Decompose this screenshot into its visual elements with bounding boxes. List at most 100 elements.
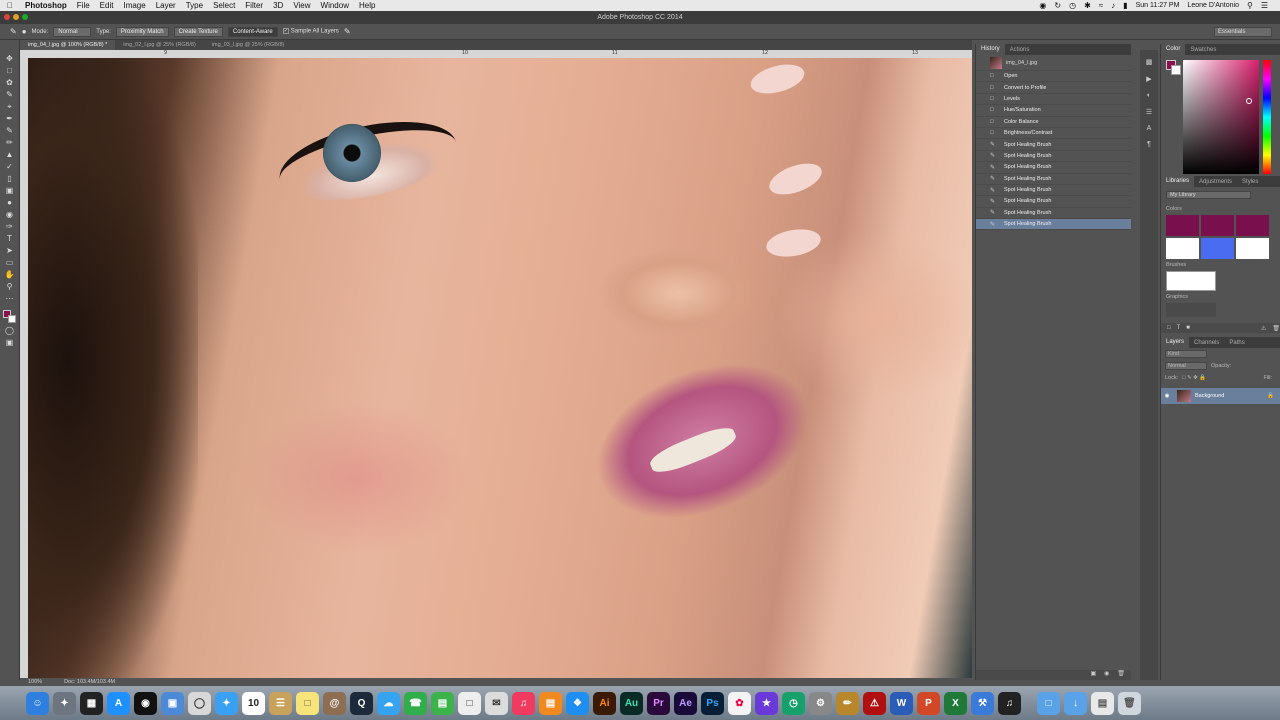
contacts-icon[interactable]: @ bbox=[323, 691, 346, 715]
history-item-selected[interactable]: ✎ Spot Healing Brush bbox=[976, 219, 1131, 231]
quicktime-icon[interactable]: Q bbox=[350, 691, 373, 715]
minimize-icon[interactable] bbox=[13, 14, 19, 20]
close-icon[interactable] bbox=[4, 14, 10, 20]
facetime-icon[interactable]: ☎ bbox=[404, 691, 427, 715]
layer-row[interactable]: ◉ Background 🔒 bbox=[1161, 388, 1280, 404]
camera-icon[interactable]: ◉ bbox=[1104, 670, 1109, 680]
properties-icon[interactable]: ☰ bbox=[1146, 108, 1152, 116]
library-brush[interactable] bbox=[1166, 271, 1216, 291]
tab-history[interactable]: History bbox=[976, 44, 1005, 55]
record-icon[interactable]: ◉ bbox=[1039, 1, 1046, 10]
calendar-icon[interactable]: 10 bbox=[242, 691, 265, 715]
tab-styles[interactable]: Styles bbox=[1237, 179, 1263, 185]
blur-tool-icon[interactable]: ● bbox=[4, 198, 16, 208]
layer-name[interactable]: Background bbox=[1195, 393, 1224, 399]
tab-channels[interactable]: Channels bbox=[1189, 340, 1224, 346]
itunes-icon[interactable]: ♫ bbox=[512, 691, 535, 715]
document-canvas[interactable] bbox=[28, 58, 972, 678]
notes-icon[interactable]: ☰ bbox=[269, 691, 292, 715]
library-color-swatch[interactable] bbox=[1166, 238, 1199, 259]
character-icon[interactable]: A bbox=[1147, 125, 1152, 132]
photoshop-icon[interactable]: Ps bbox=[701, 691, 724, 715]
trash-icon[interactable]: 🗑 bbox=[1117, 670, 1125, 680]
background-color[interactable] bbox=[1171, 65, 1181, 75]
lasso-tool-icon[interactable]: ✿ bbox=[4, 78, 16, 88]
numbers-icon[interactable]: ▤ bbox=[431, 691, 454, 715]
piano-icon[interactable]: ♫ bbox=[998, 691, 1021, 715]
notification-icon[interactable]: ☰ bbox=[1261, 1, 1268, 10]
mail-icon[interactable]: ✉ bbox=[485, 691, 508, 715]
history-item[interactable]: ✎ Spot Healing Brush bbox=[976, 174, 1131, 185]
tools-icon[interactable]: ⚒ bbox=[971, 691, 994, 715]
history-brush-tool-icon[interactable]: ✓ bbox=[4, 162, 16, 172]
ibooks-icon[interactable]: ▤ bbox=[539, 691, 562, 715]
pen-tool-icon[interactable]: ✑ bbox=[4, 222, 16, 232]
paragraph-icon[interactable]: ¶ bbox=[1147, 141, 1151, 148]
sample-all-layers-checkbox[interactable]: ✓ Sample All Layers bbox=[282, 28, 339, 35]
color-swatches[interactable] bbox=[2, 310, 18, 324]
tab-img-02[interactable]: img_02_l.jpg @ 25% (RGB/8) bbox=[115, 40, 204, 50]
photos-icon[interactable]: ✿ bbox=[728, 691, 751, 715]
menu-filter[interactable]: Filter bbox=[240, 1, 268, 10]
tab-layers[interactable]: Layers bbox=[1161, 337, 1190, 348]
tab-adjustments[interactable]: Adjustments bbox=[1194, 179, 1237, 185]
wifi-icon[interactable]: ≈ bbox=[1099, 1, 1103, 10]
library-color-swatch[interactable] bbox=[1201, 238, 1234, 259]
new-document-icon[interactable]: ▣ bbox=[1090, 670, 1096, 680]
menu-3d[interactable]: 3D bbox=[268, 1, 288, 10]
doc-size[interactable]: Doc: 103.4M/103.4M bbox=[64, 679, 115, 685]
pencil-icon[interactable]: ✏ bbox=[836, 691, 859, 715]
tab-img-04[interactable]: img_04_l.jpg @ 100% (RGB/8) * bbox=[20, 40, 116, 50]
type-tool-icon[interactable]: T bbox=[4, 234, 16, 244]
horizontal-ruler[interactable]: 9 10 11 12 13 bbox=[28, 50, 972, 58]
zoom-icon[interactable] bbox=[22, 14, 28, 20]
warning-icon[interactable]: ⚠ bbox=[1261, 325, 1266, 332]
eraser-tool-icon[interactable]: ▯ bbox=[4, 174, 16, 184]
history-item[interactable]: □ Hue/Saturation bbox=[976, 105, 1131, 117]
time-machine-icon[interactable]: ◷ bbox=[782, 691, 805, 715]
system-icon[interactable]: ◯ bbox=[188, 691, 211, 715]
app-menu[interactable]: Photoshop bbox=[20, 1, 72, 10]
history-item[interactable]: ✎ Spot Healing Brush bbox=[976, 185, 1131, 197]
stickies-icon[interactable]: □ bbox=[296, 691, 319, 715]
tab-actions[interactable]: Actions bbox=[1005, 47, 1035, 53]
adjustment-icon[interactable]: ◐ bbox=[1147, 92, 1151, 99]
history-item[interactable]: ✎ Spot Healing Brush bbox=[976, 151, 1131, 163]
bluetooth-icon[interactable]: ✱ bbox=[1084, 1, 1091, 10]
menu-select[interactable]: Select bbox=[208, 1, 240, 10]
files-icon[interactable]: ▤ bbox=[1091, 691, 1114, 715]
folder-icon[interactable]: □ bbox=[1037, 691, 1060, 715]
keynote-icon[interactable]: □ bbox=[458, 691, 481, 715]
create-texture-button[interactable]: Create Texture bbox=[173, 26, 223, 37]
library-graphic[interactable] bbox=[1166, 303, 1216, 317]
menu-image[interactable]: Image bbox=[118, 1, 150, 10]
visibility-eye-icon[interactable]: ◉ bbox=[1161, 393, 1173, 399]
quick-select-tool-icon[interactable]: ✎ bbox=[4, 90, 16, 100]
zoom-tool-icon[interactable]: ⚲ bbox=[4, 282, 16, 292]
audition-icon[interactable]: Au bbox=[620, 691, 643, 715]
vertical-ruler[interactable] bbox=[20, 50, 28, 678]
color-cursor[interactable] bbox=[1246, 98, 1252, 104]
spotlight-icon[interactable]: ⚲ bbox=[1247, 1, 1253, 10]
path-select-tool-icon[interactable]: ➤ bbox=[4, 246, 16, 256]
history-item[interactable]: ✎ Spot Healing Brush bbox=[976, 139, 1131, 151]
menu-window[interactable]: Window bbox=[316, 1, 354, 10]
history-panel-icon[interactable]: ▩ bbox=[1146, 58, 1153, 66]
screen-mode-icon[interactable]: ▣ bbox=[4, 338, 16, 348]
menu-help[interactable]: Help bbox=[354, 1, 380, 10]
imovie-icon[interactable]: ★ bbox=[755, 691, 778, 715]
launchpad-icon[interactable]: ✦ bbox=[53, 691, 76, 715]
history-item[interactable]: □ Brightness/Contrast bbox=[976, 128, 1131, 140]
color-panel-swatches[interactable] bbox=[1166, 60, 1182, 76]
content-aware-button[interactable]: Content-Aware bbox=[227, 26, 278, 37]
premiere-icon[interactable]: Pr bbox=[647, 691, 670, 715]
menu-edit[interactable]: Edit bbox=[95, 1, 119, 10]
history-item[interactable]: □ Levels bbox=[976, 94, 1131, 106]
history-item[interactable]: □ Color Balance bbox=[976, 117, 1131, 128]
blend-mode-select[interactable]: Normal bbox=[1165, 362, 1207, 370]
background-color[interactable] bbox=[7, 315, 16, 323]
tab-img-03[interactable]: img_03_l.jpg @ 25% (RGB/8) bbox=[204, 40, 293, 50]
after-effects-icon[interactable]: Ae bbox=[674, 691, 697, 715]
mode-select[interactable]: Normal bbox=[53, 26, 92, 37]
apple-menu-icon[interactable]:  bbox=[0, 1, 20, 10]
